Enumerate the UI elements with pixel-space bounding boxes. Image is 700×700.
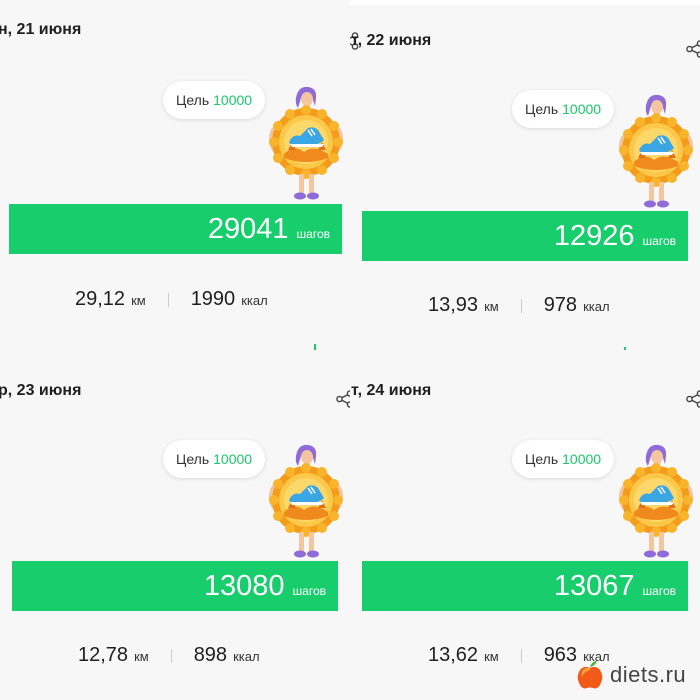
distance-unit: км bbox=[131, 293, 146, 308]
steps-bar: 29041 шагов bbox=[9, 204, 342, 254]
runner-badge-illustration bbox=[618, 92, 694, 210]
day-stats: 13,93 км 978 ккал bbox=[428, 294, 610, 317]
runner-badge-illustration bbox=[268, 442, 344, 560]
steps-unit: шагов bbox=[642, 234, 676, 248]
goal-label: Цель bbox=[525, 451, 559, 467]
steps-count: 29041 bbox=[207, 213, 289, 245]
steps-count: 13080 bbox=[203, 570, 285, 602]
distance-value: 12,78 bbox=[78, 644, 129, 666]
steps-bar: 13080 шагов bbox=[12, 561, 338, 611]
day-card-jun-23: р, 23 июня Цель 10000 13080 шагов 12,78 … bbox=[0, 350, 350, 700]
day-card-date: р, 23 июня bbox=[0, 382, 82, 399]
share-icon[interactable] bbox=[336, 390, 350, 408]
calories-value: 898 bbox=[193, 644, 228, 666]
runner-badge-illustration bbox=[618, 442, 694, 560]
steps-count: 13067 bbox=[553, 570, 635, 602]
diets-logo: diets.ru bbox=[576, 660, 686, 690]
calories-unit: ккал bbox=[583, 299, 610, 314]
day-card-date: н, 21 июня bbox=[0, 21, 82, 38]
goal-value: 10000 bbox=[562, 101, 602, 117]
goal-value: 10000 bbox=[562, 451, 602, 467]
steps-bar: 13067 шагов bbox=[362, 561, 688, 611]
goal-label: Цель bbox=[176, 92, 210, 108]
goal-label: Цель bbox=[176, 451, 210, 467]
goal-label: Цель bbox=[525, 101, 559, 117]
goal-bubble: Цель 10000 bbox=[512, 440, 615, 478]
steps-count: 12926 bbox=[553, 220, 635, 252]
day-card-date: т, 24 июня bbox=[351, 382, 432, 399]
day-card-jun-21: н, 21 июня Цель 10000 29041 шагов 29,12 … bbox=[0, 0, 350, 350]
day-card-jun-24: т, 24 июня Цель 10000 13067 шагов 13,62 … bbox=[350, 350, 700, 700]
calories-value: 963 bbox=[543, 644, 578, 666]
goal-value: 10000 bbox=[213, 451, 253, 467]
distance-unit: км bbox=[484, 649, 499, 664]
stats-divider bbox=[520, 298, 522, 313]
share-icon[interactable] bbox=[686, 40, 700, 58]
day-card-jun-22: т, 22 июня Цель 10000 12926 шагов 13,93 … bbox=[350, 0, 700, 350]
distance-unit: км bbox=[484, 299, 499, 314]
distance-value: 29,12 bbox=[75, 288, 126, 310]
distance-unit: км bbox=[134, 649, 149, 664]
apple-logo-icon bbox=[577, 661, 603, 689]
day-stats: 12,78 км 898 ккал bbox=[78, 644, 260, 667]
goal-value: 10000 bbox=[213, 92, 253, 108]
day-stats: 29,12 км 1990 ккал bbox=[75, 288, 268, 311]
calories-unit: ккал bbox=[233, 649, 260, 664]
steps-bar: 12926 шагов bbox=[362, 211, 688, 261]
goal-bubble: Цель 10000 bbox=[512, 90, 615, 128]
steps-unit: шагов bbox=[292, 584, 326, 598]
calories-unit: ккал bbox=[241, 293, 268, 308]
runner-badge-illustration bbox=[268, 84, 344, 202]
calories-value: 978 bbox=[543, 294, 578, 316]
day-card-date: т, 22 июня bbox=[351, 32, 432, 49]
watermark-text: diets.ru bbox=[610, 662, 687, 687]
goal-bubble: Цель 10000 bbox=[163, 81, 266, 119]
share-icon[interactable] bbox=[686, 390, 700, 408]
calories-value: 1990 bbox=[190, 288, 236, 310]
distance-value: 13,93 bbox=[428, 294, 479, 316]
steps-unit: шагов bbox=[296, 227, 330, 241]
divider bbox=[350, 0, 700, 5]
distance-value: 13,62 bbox=[428, 644, 479, 666]
stats-divider bbox=[167, 292, 169, 307]
stats-divider bbox=[170, 648, 172, 663]
steps-unit: шагов bbox=[642, 584, 676, 598]
goal-bubble: Цель 10000 bbox=[163, 440, 266, 478]
stats-divider bbox=[520, 648, 522, 663]
